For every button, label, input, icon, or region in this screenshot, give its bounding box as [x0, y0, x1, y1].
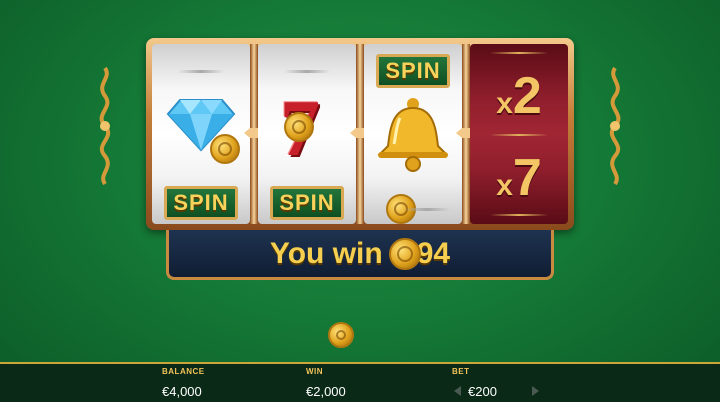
bet-value: €200 — [468, 384, 497, 399]
spin-tile: SPIN — [164, 186, 238, 220]
coin-icon — [210, 134, 240, 164]
reel-divider — [350, 44, 370, 224]
reel-decoration — [490, 214, 548, 216]
win-message: You win 94 — [270, 237, 450, 271]
bell-icon — [377, 98, 449, 172]
coin-icon — [388, 237, 421, 270]
reel-divider — [244, 44, 264, 224]
coin-icon — [328, 322, 354, 348]
left-ornament — [99, 66, 111, 186]
spin-tile: SPIN — [376, 54, 450, 88]
win-prefix: You win — [269, 236, 383, 270]
win-banner: You win 94 — [166, 230, 554, 280]
multiplier-x7: x7 — [496, 149, 542, 207]
reel-decoration — [490, 52, 548, 54]
reel-1: SPIN — [152, 44, 250, 224]
slot-machine: SPIN 7 SPIN SPIN x2 x7 — [146, 38, 574, 230]
win-value: €2,000 — [306, 384, 346, 399]
reel-4-multipliers: x2 x7 — [470, 44, 568, 224]
bet-increase-arrow-icon[interactable] — [532, 386, 539, 396]
win-amount: 94 — [416, 236, 451, 270]
multiplier-x2: x2 — [496, 67, 542, 125]
reel-divider — [456, 44, 476, 224]
balance-value: €4,000 — [162, 384, 202, 399]
reel-decoration — [284, 70, 330, 73]
reel-decoration — [490, 134, 548, 136]
reel-2: 7 SPIN — [258, 44, 356, 224]
bet-decrease-arrow-icon[interactable] — [454, 386, 461, 396]
win-stat: WIN €2,000 — [306, 367, 346, 399]
balance-label: BALANCE — [162, 367, 205, 376]
spin-tile: SPIN — [270, 186, 344, 220]
coin-icon — [284, 112, 314, 142]
balance-stat: BALANCE €4,000 — [162, 367, 205, 399]
reel-decoration — [178, 70, 224, 73]
bottom-panel: BALANCE €4,000 WIN €2,000 BET €200 — [0, 362, 720, 402]
reel-decoration — [404, 208, 450, 211]
win-label: WIN — [306, 367, 324, 376]
reel-3: SPIN — [364, 44, 462, 224]
right-ornament — [609, 66, 621, 186]
bet-label: BET — [452, 367, 470, 376]
